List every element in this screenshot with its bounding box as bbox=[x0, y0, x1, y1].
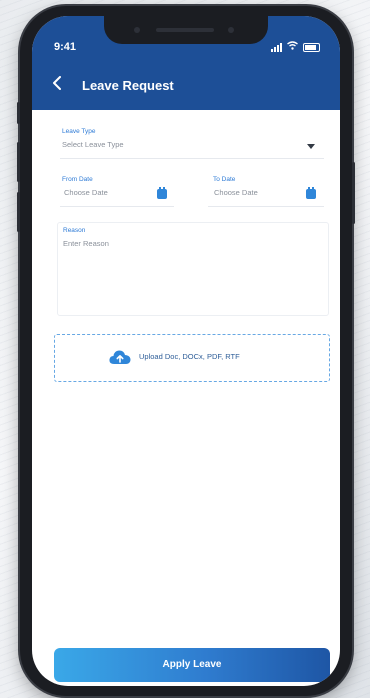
volume-down-button bbox=[17, 192, 20, 232]
silent-switch bbox=[17, 102, 20, 124]
calendar-icon bbox=[157, 187, 167, 199]
to-date-underline bbox=[208, 206, 324, 207]
status-time: 9:41 bbox=[54, 41, 77, 53]
camera-notch bbox=[104, 16, 268, 44]
power-button bbox=[352, 162, 355, 224]
battery-icon bbox=[303, 42, 320, 52]
reason-placeholder: Enter Reason bbox=[63, 239, 109, 248]
to-date-label: To Date bbox=[213, 176, 236, 183]
chevron-left-icon bbox=[53, 76, 61, 90]
leave-type-label: Leave Type bbox=[62, 128, 96, 135]
upload-dropzone[interactable]: Upload Doc, DOCx, PDF, RTF bbox=[54, 334, 330, 382]
upload-label: Upload Doc, DOCx, PDF, RTF bbox=[139, 352, 240, 361]
wifi-icon bbox=[287, 41, 298, 53]
app-screen: 9:41 Leave Request Leave Type Select Lea… bbox=[32, 16, 340, 686]
apply-leave-button[interactable]: Apply Leave bbox=[54, 648, 330, 682]
calendar-icon bbox=[306, 187, 316, 199]
cloud-upload-icon bbox=[109, 350, 131, 364]
leave-type-value: Select Leave Type bbox=[62, 140, 124, 149]
volume-up-button bbox=[17, 142, 20, 182]
to-date-value: Choose Date bbox=[214, 188, 258, 197]
signal-icon bbox=[271, 42, 282, 52]
camera-dot bbox=[228, 27, 234, 33]
app-header: 9:41 Leave Request bbox=[32, 16, 340, 110]
speaker-grille bbox=[156, 28, 214, 32]
from-date-underline bbox=[60, 206, 174, 207]
page-title: Leave Request bbox=[82, 78, 174, 93]
leave-type-underline bbox=[60, 158, 324, 159]
status-icons bbox=[271, 41, 320, 53]
reason-label: Reason bbox=[63, 227, 86, 234]
phone-frame: 9:41 Leave Request Leave Type Select Lea… bbox=[17, 6, 355, 696]
chevron-down-icon bbox=[307, 144, 315, 149]
from-date-label: From Date bbox=[62, 176, 93, 183]
sensor-dot bbox=[134, 27, 140, 33]
back-button[interactable] bbox=[52, 75, 62, 93]
reason-textarea[interactable]: Reason Enter Reason bbox=[57, 222, 329, 316]
from-date-value: Choose Date bbox=[64, 188, 108, 197]
